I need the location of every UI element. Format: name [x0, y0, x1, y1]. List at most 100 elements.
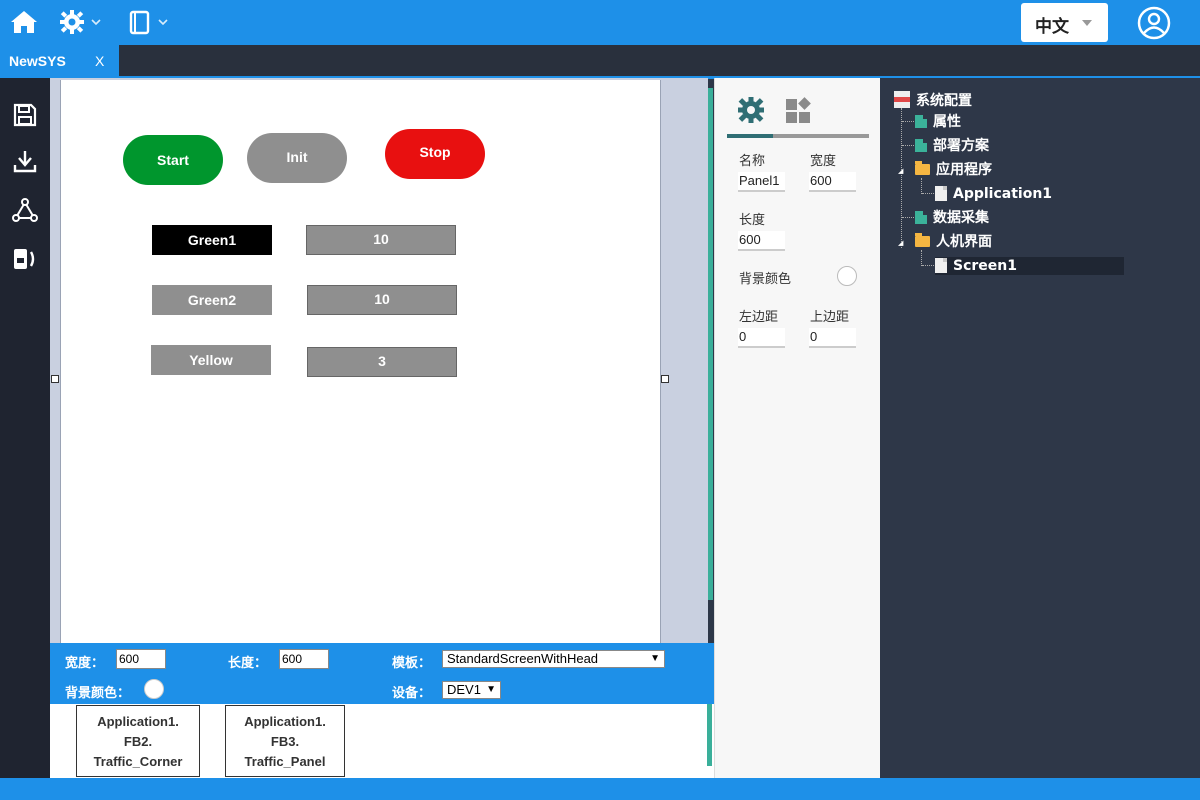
tree-root[interactable]: 系统配置	[894, 91, 972, 109]
yellow-label: Yellow	[151, 345, 271, 375]
green2-value: 10	[307, 285, 457, 315]
fb-line: Application1.	[97, 714, 179, 729]
save-icon[interactable]	[12, 103, 38, 131]
page-icon	[915, 211, 927, 224]
width-input[interactable]: 600	[809, 172, 856, 192]
template-select[interactable]: StandardScreenWithHead ▼	[442, 650, 665, 668]
device-label: 设备：	[392, 686, 432, 701]
function-block-scrollbar[interactable]	[707, 704, 712, 766]
sys-file-icon	[894, 91, 910, 108]
yellow-value: 3	[307, 347, 457, 377]
download-icon[interactable]	[12, 149, 38, 179]
expand-triangle-icon[interactable]: ◢	[898, 239, 903, 247]
tree-label: 属性	[933, 114, 961, 130]
widgets-icon[interactable]	[785, 97, 813, 129]
tree-label: 人机界面	[936, 234, 992, 250]
tree-item-application1[interactable]: Application1	[935, 185, 1052, 203]
network-icon[interactable]	[12, 197, 38, 227]
resize-handle-right[interactable]	[661, 375, 669, 383]
tree-label: Screen1	[953, 258, 1017, 274]
project-tree: 系统配置 属性 部署方案 ◢ 应用程序 Application1 数据采集 ◢ …	[880, 78, 1200, 778]
tree-connector	[901, 108, 902, 248]
book-menu[interactable]	[128, 9, 172, 41]
home-icon[interactable]	[10, 9, 38, 39]
language-value: 中文	[1035, 17, 1069, 37]
fb-line: FB2.	[123, 734, 153, 749]
stop-button[interactable]: Stop	[385, 129, 485, 179]
tab-close-button[interactable]: X	[95, 53, 104, 69]
function-block-card[interactable]: Application1. FB3. Traffic_Panel	[225, 705, 345, 777]
resize-handle-left[interactable]	[51, 375, 59, 383]
length-input[interactable]: 600	[738, 231, 785, 251]
active-tab-marker	[727, 134, 773, 138]
left-margin-input[interactable]: 0	[738, 328, 785, 348]
init-button[interactable]: Init	[247, 133, 347, 183]
left-toolbar	[0, 78, 50, 778]
tree-item-screen1[interactable]: Screen1	[935, 257, 1124, 275]
folder-icon	[915, 233, 930, 247]
settings-menu[interactable]	[60, 9, 104, 41]
length-input[interactable]: 600	[279, 649, 329, 669]
document-icon	[935, 186, 947, 201]
status-bar	[0, 778, 1200, 800]
tree-connector	[921, 250, 922, 266]
template-value: StandardScreenWithHead	[447, 651, 599, 666]
tree-item-data-collection[interactable]: 数据采集	[915, 209, 989, 227]
page-icon	[915, 115, 927, 128]
name-input[interactable]: Panel1	[738, 172, 785, 192]
fb-line: FB3.	[270, 734, 300, 749]
device-value: DEV1	[447, 682, 481, 697]
tree-label: 数据采集	[933, 210, 989, 226]
tab-newsys[interactable]: NewSYS X	[0, 45, 119, 78]
chevron-down-icon	[158, 19, 168, 26]
device-icon[interactable]	[12, 246, 38, 276]
length-label: 长度	[739, 213, 766, 228]
tree-connector	[922, 193, 934, 194]
green1-value: 10	[306, 225, 456, 255]
green1-label: Green1	[152, 225, 272, 255]
tree-connector	[902, 217, 914, 218]
tree-item-deployment[interactable]: 部署方案	[915, 137, 989, 155]
tree-label: Application1	[953, 186, 1053, 202]
function-block-card[interactable]: Application1. FB2. Traffic_Corner	[76, 705, 200, 777]
screen-properties-bar: 宽度： 600 长度： 600 模板： StandardScreenWithHe…	[50, 643, 714, 704]
device-select[interactable]: DEV1 ▼	[442, 681, 501, 699]
tree-label: 系统配置	[916, 93, 972, 109]
background-color-label: 背景颜色	[739, 272, 792, 287]
canvas-scrollbar[interactable]	[708, 88, 713, 600]
start-button[interactable]: Start	[123, 135, 223, 185]
tree-connector	[921, 178, 922, 194]
width-label: 宽度：	[65, 656, 105, 671]
top-margin-input[interactable]: 0	[809, 328, 856, 348]
background-color-picker[interactable]	[837, 266, 857, 286]
name-label: 名称	[739, 154, 766, 169]
background-color-label: 背景颜色：	[65, 686, 131, 701]
tree-connector	[902, 145, 914, 146]
background-color-picker[interactable]	[144, 679, 164, 699]
design-canvas[interactable]: Start Init Stop Green1 10 Green2 10 Yell…	[50, 78, 713, 643]
user-icon[interactable]	[1137, 6, 1171, 44]
dropdown-arrow-icon: ▼	[486, 684, 496, 695]
screen-panel[interactable]: Start Init Stop Green1 10 Green2 10 Yell…	[60, 80, 661, 643]
tree-item-applications[interactable]: 应用程序	[915, 161, 992, 179]
green2-label: Green2	[152, 285, 272, 315]
gear-icon[interactable]	[737, 96, 765, 128]
tab-label: NewSYS	[9, 53, 66, 69]
expand-triangle-icon[interactable]: ◢	[898, 167, 903, 175]
function-block-list: Application1. FB2. Traffic_Corner Applic…	[50, 704, 714, 778]
dropdown-arrow-icon: ▼	[650, 653, 660, 664]
chevron-down-icon	[91, 19, 101, 26]
gear-icon	[60, 10, 84, 34]
folder-icon	[915, 161, 930, 175]
tree-item-hmi[interactable]: 人机界面	[915, 233, 992, 251]
tree-label: 部署方案	[933, 138, 989, 154]
tree-item-attributes[interactable]: 属性	[915, 113, 961, 131]
language-select[interactable]: 中文	[1021, 3, 1108, 42]
properties-panel: 名称 宽度 Panel1 600 长度 600 背景颜色 左边距 上边距 0 0	[714, 78, 880, 778]
caret-down-icon	[1082, 20, 1092, 26]
width-input[interactable]: 600	[116, 649, 166, 669]
tree-connector	[902, 121, 914, 122]
top-bar: 中文	[0, 0, 1200, 45]
template-label: 模板：	[392, 656, 432, 671]
width-label: 宽度	[810, 154, 837, 169]
